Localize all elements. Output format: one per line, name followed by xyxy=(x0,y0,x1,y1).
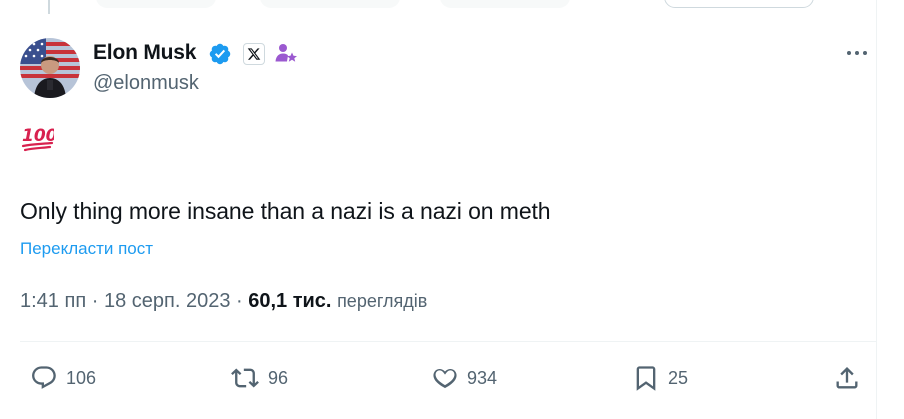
bookmark-count: 25 xyxy=(668,367,689,388)
author-name[interactable]: Elon Musk xyxy=(93,41,196,65)
like-button[interactable]: 934 xyxy=(431,362,497,394)
share-button[interactable] xyxy=(833,362,861,394)
views-count[interactable]: 60,1 тис. xyxy=(248,290,331,312)
more-options-button[interactable] xyxy=(840,42,874,64)
previous-tweet-fragment xyxy=(0,0,876,20)
avatar[interactable] xyxy=(20,38,80,98)
bookmark-icon xyxy=(636,366,656,391)
repost-icon xyxy=(231,368,259,388)
hundred-points-emoji-icon: 100 xyxy=(21,126,54,152)
x-logo-glyph xyxy=(247,48,261,60)
views-label: переглядів xyxy=(337,291,428,311)
tweet-text: Only thing more insane than a nazi is a … xyxy=(20,198,551,224)
post-time[interactable]: 1:41 пп xyxy=(20,290,86,312)
author-handle[interactable]: @elonmusk xyxy=(93,72,199,95)
share-icon xyxy=(836,367,858,389)
more-dots-icon xyxy=(847,51,867,55)
translate-post-link[interactable]: Перекласти пост xyxy=(20,239,153,259)
meta-separator: · xyxy=(236,290,243,312)
thread-connector-line xyxy=(48,0,50,14)
affiliate-icon[interactable] xyxy=(274,41,298,65)
previous-tweet-block xyxy=(440,0,570,8)
reply-count: 106 xyxy=(66,367,97,388)
previous-tweet-block xyxy=(96,0,216,8)
repost-button[interactable]: 96 xyxy=(230,362,288,394)
heart-icon xyxy=(433,369,457,389)
x-logo-icon[interactable] xyxy=(243,43,265,65)
bookmark-button[interactable]: 25 xyxy=(632,362,688,394)
avatar-photo xyxy=(20,38,80,98)
previous-tweet-block xyxy=(260,0,400,8)
reply-button[interactable]: 106 xyxy=(30,362,96,394)
verified-icon[interactable] xyxy=(208,42,232,66)
reply-icon xyxy=(32,366,56,389)
divider xyxy=(20,341,876,342)
repost-count: 96 xyxy=(268,367,289,388)
tweet-metadata: 1:41 пп · 18 серп. 2023 · 60,1 тис. пере… xyxy=(20,290,427,313)
like-count: 934 xyxy=(467,367,498,388)
timeline-border xyxy=(876,0,877,419)
post-date[interactable]: 18 серп. 2023 xyxy=(104,290,230,312)
meta-separator: · xyxy=(91,290,99,312)
previous-tweet-button xyxy=(664,0,814,8)
